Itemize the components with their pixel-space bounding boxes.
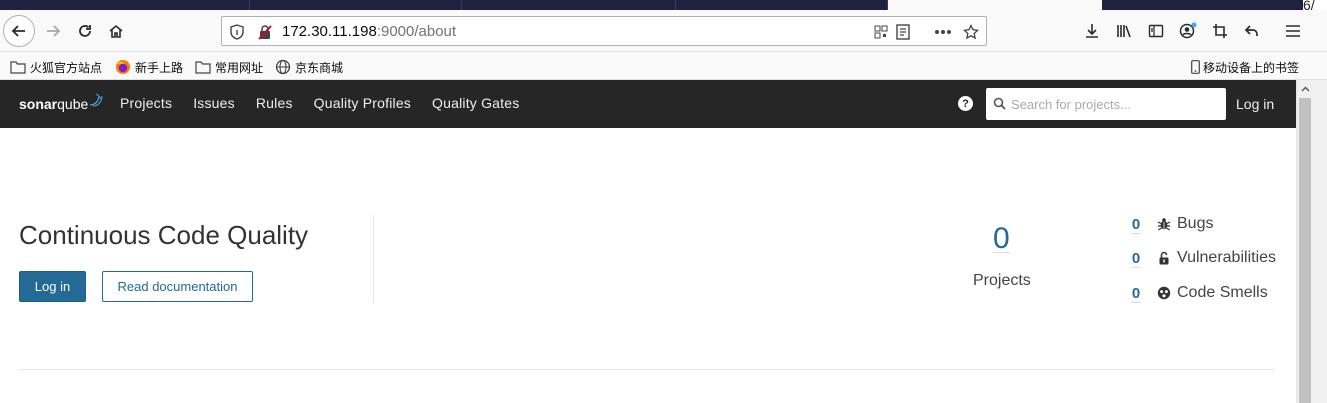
sidebar-button[interactable] bbox=[1141, 16, 1171, 46]
tab-strip: 6/ bbox=[0, 0, 1327, 14]
search-icon bbox=[993, 97, 1006, 110]
reload-icon bbox=[79, 25, 91, 37]
sidebar-icon bbox=[1148, 24, 1164, 38]
sonarqube-logo[interactable]: sonar qube bbox=[19, 93, 103, 114]
vulnerabilities-label: Vulnerabilities bbox=[1177, 249, 1277, 266]
home-icon bbox=[109, 24, 123, 38]
chevron-up-icon bbox=[1301, 86, 1310, 91]
crop-icon bbox=[1213, 24, 1227, 38]
vulnerabilities-count[interactable]: 0 bbox=[1131, 250, 1141, 268]
globe-icon bbox=[275, 59, 291, 75]
bookmark-item[interactable]: 常用网址 bbox=[195, 58, 263, 76]
metric-bugs: 0 Bugs bbox=[1131, 214, 1213, 234]
url-bar[interactable]: 172.30.11.198:9000/about bbox=[221, 16, 987, 46]
code-smell-icon bbox=[1157, 286, 1171, 300]
menu-button[interactable] bbox=[1278, 16, 1308, 46]
mobile-bookmarks-label: 移动设备上的书签 bbox=[1203, 60, 1300, 75]
bookmark-star-icon[interactable] bbox=[962, 23, 980, 41]
project-search[interactable] bbox=[986, 88, 1226, 120]
about-page: Continuous Code Quality Log in Read docu… bbox=[0, 128, 1296, 403]
help-icon[interactable]: ? bbox=[958, 96, 973, 111]
tab[interactable] bbox=[462, 0, 676, 10]
screenshot-button[interactable] bbox=[1205, 16, 1235, 46]
bookmark-item[interactable]: 京东商城 bbox=[275, 58, 343, 76]
url-host: 172.30.11.198 bbox=[282, 23, 377, 40]
bugs-label: Bugs bbox=[1177, 215, 1214, 232]
login-button[interactable]: Log in bbox=[19, 271, 86, 302]
bookmark-item[interactable]: 火狐官方站点 bbox=[10, 58, 102, 76]
scroll-up-button[interactable] bbox=[1297, 80, 1314, 97]
undo-icon bbox=[1244, 25, 1258, 36]
arrow-right-icon bbox=[47, 25, 61, 37]
reader-view-icon[interactable] bbox=[894, 23, 912, 41]
browser-window: 6/ 172.30.11.198:9000/about 火狐官方站点 新手上路 … bbox=[0, 0, 1327, 403]
code-smells-label: Code Smells bbox=[1177, 284, 1268, 301]
tab[interactable] bbox=[676, 0, 888, 10]
downloads-button[interactable] bbox=[1077, 16, 1107, 46]
arrow-left-icon bbox=[11, 25, 25, 37]
window-edge bbox=[1313, 80, 1327, 403]
logo-text-light: qube bbox=[57, 96, 89, 112]
url-path: :9000/about bbox=[376, 23, 457, 40]
nav-quality-profiles[interactable]: Quality Profiles bbox=[314, 95, 411, 111]
lock-icon bbox=[1157, 251, 1171, 265]
metric-code-smells: 0 Code Smells bbox=[1131, 283, 1268, 303]
vertical-divider bbox=[373, 215, 374, 303]
bookmark-label: 火狐官方站点 bbox=[30, 60, 103, 75]
hamburger-icon bbox=[1286, 25, 1300, 37]
home-button[interactable] bbox=[101, 16, 131, 46]
projects-label: Projects bbox=[973, 272, 1031, 289]
bookmark-item[interactable]: 新手上路 bbox=[115, 58, 183, 76]
account-button[interactable] bbox=[1173, 16, 1203, 46]
insecure-lock-icon[interactable] bbox=[256, 23, 274, 41]
bug-icon bbox=[1157, 217, 1171, 231]
tab[interactable] bbox=[40, 0, 250, 10]
vertical-scrollbar[interactable] bbox=[1296, 80, 1313, 403]
page-title: Continuous Code Quality bbox=[19, 220, 309, 250]
main-nav: Projects Issues Rules Quality Profiles Q… bbox=[120, 95, 540, 111]
tab-active[interactable] bbox=[888, 0, 1102, 10]
undo-button[interactable] bbox=[1237, 16, 1267, 46]
account-icon bbox=[1179, 22, 1197, 39]
bookmark-label: 京东商城 bbox=[295, 60, 344, 75]
bookmarks-toolbar: 火狐官方站点 新手上路 常用网址 京东商城 移动设备上的书签 bbox=[0, 52, 1327, 80]
nav-rules[interactable]: Rules bbox=[256, 95, 293, 111]
info-icon[interactable] bbox=[228, 23, 246, 41]
folder-icon bbox=[10, 59, 26, 75]
metric-vulnerabilities: 0 Vulnerabilities bbox=[1131, 248, 1276, 268]
projects-count[interactable]: 0 bbox=[993, 222, 1010, 256]
logo-text-bold: sonar bbox=[19, 96, 58, 112]
page-actions-icon[interactable] bbox=[934, 23, 952, 41]
tab[interactable] bbox=[250, 0, 462, 10]
sonar-waves-icon bbox=[90, 93, 103, 107]
forward-button[interactable] bbox=[38, 16, 68, 46]
library-button[interactable] bbox=[1109, 16, 1139, 46]
bookmark-label: 新手上路 bbox=[135, 60, 184, 75]
url-text[interactable]: 172.30.11.198:9000/about bbox=[282, 23, 456, 40]
bookmark-label: 常用网址 bbox=[215, 60, 264, 75]
bugs-count[interactable]: 0 bbox=[1131, 216, 1141, 234]
navigation-toolbar: 172.30.11.198:9000/about bbox=[0, 10, 1327, 52]
nav-projects[interactable]: Projects bbox=[120, 95, 172, 111]
scroll-thumb[interactable] bbox=[1299, 98, 1311, 403]
library-icon bbox=[1117, 25, 1131, 38]
nav-issues[interactable]: Issues bbox=[193, 95, 235, 111]
code-smells-count[interactable]: 0 bbox=[1131, 285, 1141, 303]
nav-quality-gates[interactable]: Quality Gates bbox=[432, 95, 519, 111]
back-button[interactable] bbox=[3, 15, 35, 47]
sonarqube-header: sonar qube Projects Issues Rules Quality … bbox=[0, 80, 1296, 128]
firefox-icon bbox=[115, 59, 131, 75]
search-input[interactable] bbox=[1011, 88, 1221, 120]
mobile-phone-icon bbox=[1190, 59, 1200, 75]
horizontal-divider bbox=[19, 369, 1275, 370]
header-login-link[interactable]: Log in bbox=[1236, 96, 1274, 112]
mobile-bookmarks[interactable]: 移动设备上的书签 bbox=[1190, 58, 1299, 76]
reload-button[interactable] bbox=[70, 16, 100, 46]
qr-code-icon[interactable] bbox=[872, 23, 890, 41]
folder-icon bbox=[195, 59, 211, 75]
download-icon bbox=[1086, 24, 1098, 38]
read-documentation-button[interactable]: Read documentation bbox=[102, 271, 253, 302]
